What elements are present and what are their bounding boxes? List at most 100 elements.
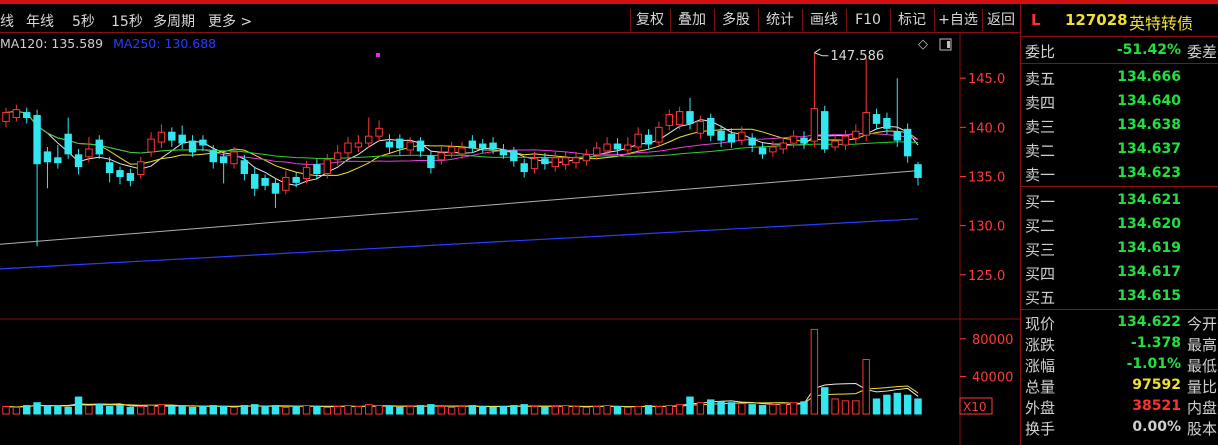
volume-bar <box>686 396 694 415</box>
price-axis: 125.0 130.0 135.0 140.0 145.0 40000 80000 X10 <box>959 72 1013 415</box>
volume-bar <box>883 394 891 415</box>
candle-body <box>261 177 269 186</box>
period-button[interactable]: 线 <box>0 11 14 31</box>
volume-bars <box>2 328 922 415</box>
stat-row-right-label: 内盘 <box>1186 399 1217 417</box>
mark-button[interactable]: 标记 <box>890 9 933 31</box>
volume-bar <box>447 406 456 415</box>
ask-row[interactable]: 卖一 134.623 <box>1021 162 1218 186</box>
bid-row-value: 134.621 <box>1117 192 1181 208</box>
candle-body <box>427 155 435 169</box>
multi-period-button[interactable]: 多周期 <box>153 11 195 31</box>
layout-toggle-icon-fill <box>947 41 950 48</box>
candle-body <box>561 157 570 166</box>
volume-bar <box>520 404 528 415</box>
candle-body <box>530 158 539 170</box>
volume-bar <box>665 405 673 415</box>
chart-annotations: 147.586 <box>814 48 884 64</box>
add-watchlist-button[interactable]: +自选 <box>934 9 981 31</box>
candle-body <box>541 158 549 165</box>
volume-bar <box>302 405 311 415</box>
volume-bar <box>147 405 155 415</box>
draw-line-button[interactable]: 画线 <box>802 9 845 31</box>
price-tick-label: 145.0 <box>968 72 1005 87</box>
volume-bar <box>810 328 819 415</box>
volume-bar <box>862 358 870 415</box>
bid-row[interactable]: 买四 134.617 <box>1021 261 1218 285</box>
candle-body <box>396 138 404 149</box>
candle-body <box>168 131 176 141</box>
candle-body <box>831 140 839 148</box>
back-button[interactable]: 返回 <box>982 9 1019 31</box>
volume-bar <box>634 405 642 415</box>
candle-body <box>2 112 10 122</box>
price-tick-label: 135.0 <box>968 170 1005 185</box>
volume-bar <box>717 401 725 415</box>
15s-period-button[interactable]: 15秒 <box>111 11 143 31</box>
diamond-icon[interactable]: ◇ <box>918 37 928 52</box>
volume-bar <box>12 406 21 415</box>
volume-bar <box>313 405 321 415</box>
ma-legend: MA120: 135.589 MA250: 130.688 <box>0 36 216 51</box>
candle-body <box>354 142 363 148</box>
candle-body <box>33 115 41 165</box>
separator <box>1021 186 1218 187</box>
security-code[interactable]: 127028 <box>1065 11 1128 29</box>
ask-row-value: 134.638 <box>1117 117 1181 133</box>
candle-body <box>769 146 777 153</box>
bid-row-label: 买二 <box>1025 217 1056 235</box>
candle-body <box>800 137 808 144</box>
bid-row[interactable]: 买二 134.620 <box>1021 213 1218 237</box>
bid-row[interactable]: 买一 134.621 <box>1021 189 1218 213</box>
volume-bar <box>344 405 352 415</box>
volume-bar <box>116 405 124 415</box>
stat-row[interactable]: 换手 0.00% 股本 <box>1021 416 1218 440</box>
candle-body <box>893 131 901 141</box>
candle-body <box>251 174 259 189</box>
candle-body <box>779 142 787 150</box>
candle-body <box>821 111 829 150</box>
stat-row-label: 现价 <box>1025 315 1056 333</box>
candle-body <box>852 130 860 139</box>
security-name[interactable]: 英特转债 <box>1129 10 1193 34</box>
volume-bar <box>85 405 93 415</box>
statistics-button[interactable]: 统计 <box>758 9 801 31</box>
candle-body <box>147 138 155 153</box>
volume-bar <box>261 405 269 415</box>
candle-body <box>188 140 197 153</box>
volume-tick-label: 40000 <box>972 370 1013 385</box>
kline-chart[interactable]: 125.0 130.0 135.0 140.0 145.0 40000 80000 X10 1… <box>0 32 1020 445</box>
toolbar: 线 年线 5秒 15秒 多周期 更多 > 复权 叠加 多股 统计 画线 F10 … <box>0 4 1020 33</box>
adjust-rights-button[interactable]: 复权 <box>630 9 669 31</box>
multi-stock-button[interactable]: 多股 <box>714 9 757 31</box>
candle-body <box>447 146 456 154</box>
ask-row[interactable]: 卖二 134.637 <box>1021 138 1218 162</box>
5s-period-button[interactable]: 5秒 <box>72 11 95 31</box>
stat-row-value: -1.01% <box>1126 356 1181 372</box>
volume-bar <box>95 404 103 415</box>
ask-row[interactable]: 卖四 134.640 <box>1021 90 1218 114</box>
candle-body <box>64 133 72 155</box>
ask-row[interactable]: 卖五 134.666 <box>1021 66 1218 90</box>
volume-bar <box>292 405 300 415</box>
candle-body <box>416 140 425 152</box>
ask-row[interactable]: 卖三 134.638 <box>1021 114 1218 138</box>
volume-bar <box>209 405 217 415</box>
f10-button[interactable]: F10 <box>846 9 889 31</box>
bid-row[interactable]: 买五 134.615 <box>1021 285 1218 309</box>
volume-bar <box>333 405 342 415</box>
candle-body <box>903 128 912 157</box>
overlay-button[interactable]: 叠加 <box>670 9 713 31</box>
candle-body <box>841 135 850 146</box>
volume-bar <box>696 402 705 415</box>
more-menu-button[interactable]: 更多 > <box>208 11 252 31</box>
volume-bar <box>624 406 632 415</box>
volume-bar <box>561 405 570 415</box>
candle-body <box>282 176 290 191</box>
volume-bar <box>230 406 238 415</box>
volume-bar <box>769 404 777 415</box>
volume-bar <box>593 405 601 415</box>
bid-row[interactable]: 买三 134.619 <box>1021 237 1218 261</box>
weibi-row[interactable]: 委比 -51.42% 委差 <box>1021 39 1218 63</box>
yearly-period-button[interactable]: 年线 <box>26 11 54 31</box>
